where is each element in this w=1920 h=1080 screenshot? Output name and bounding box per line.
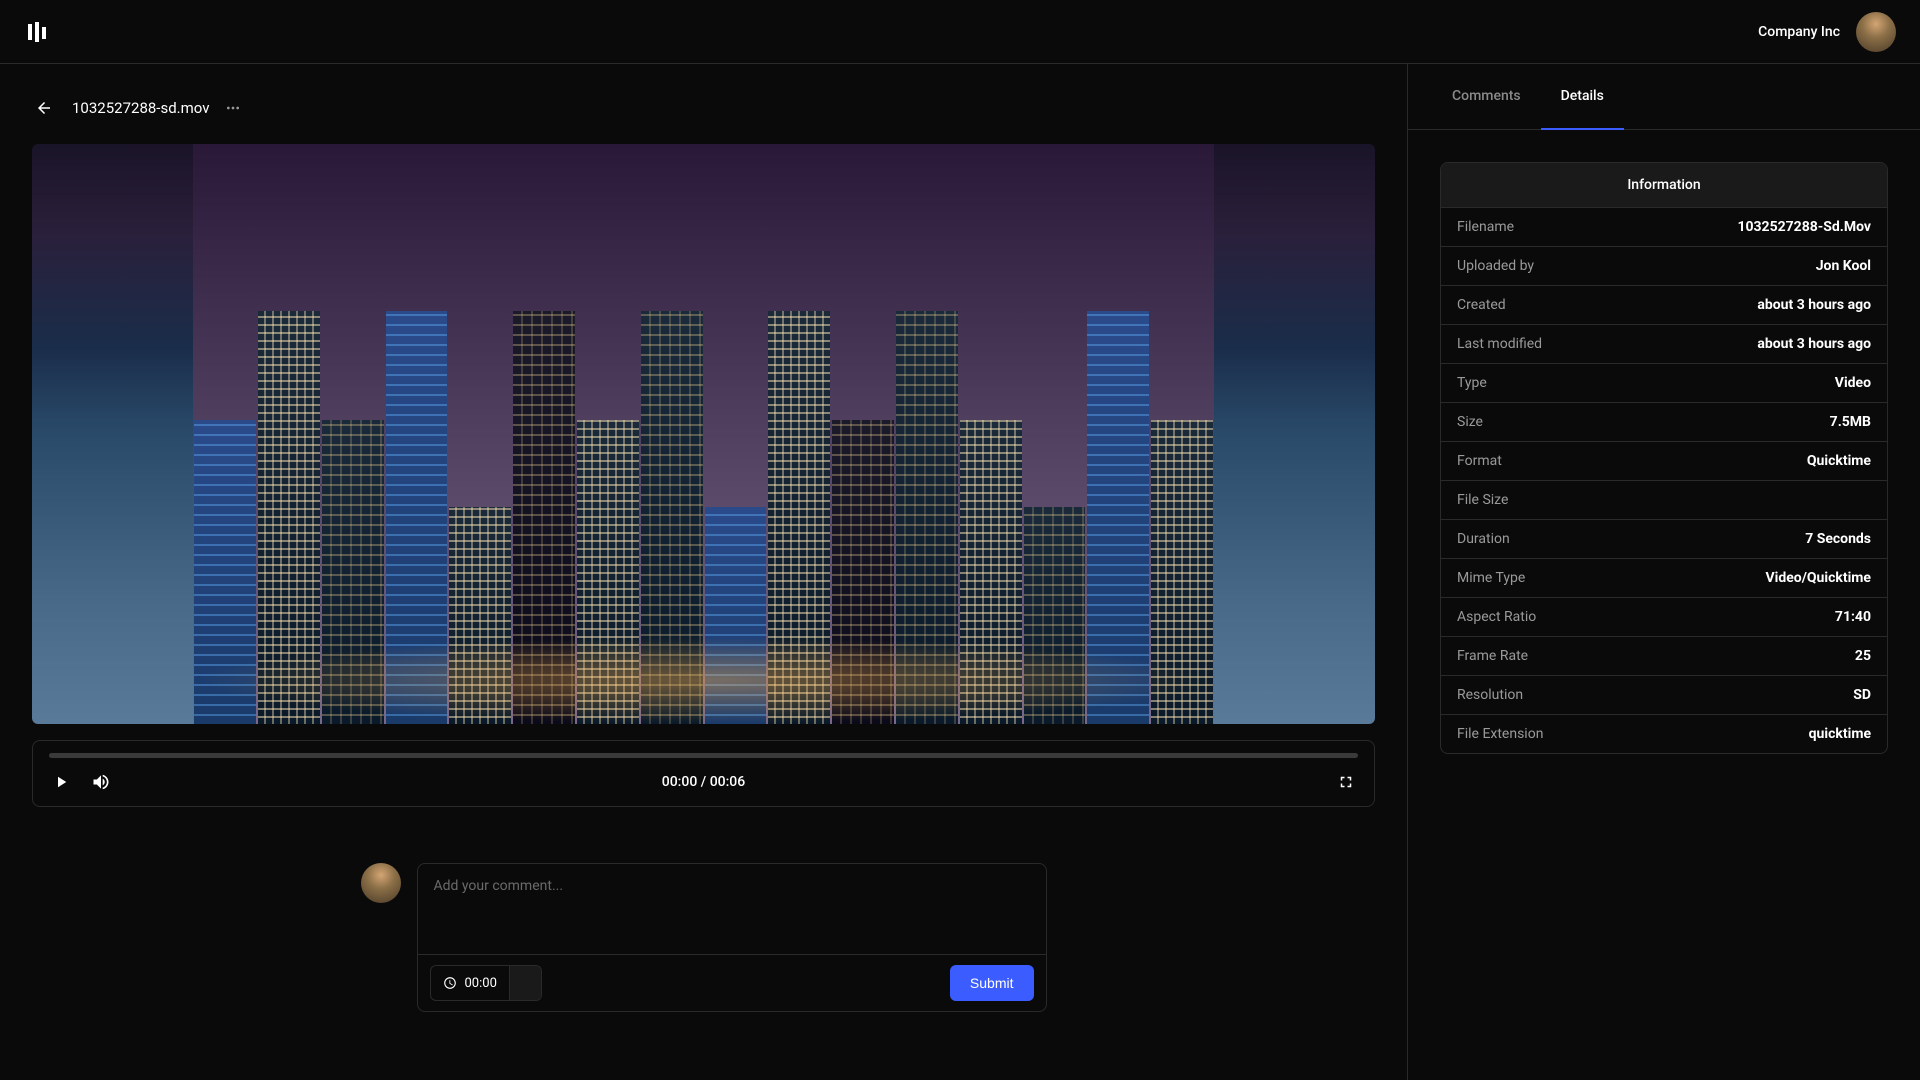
- submit-button[interactable]: Submit: [950, 965, 1034, 1001]
- info-row: Format Quicktime: [1441, 442, 1887, 481]
- clock-icon: [443, 976, 457, 990]
- info-value: Video: [1835, 375, 1871, 391]
- content-area: 1032527288-sd.mov: [0, 64, 1408, 1080]
- back-button[interactable]: [32, 96, 56, 120]
- info-label: Uploaded by: [1457, 258, 1534, 274]
- info-value: Quicktime: [1807, 453, 1871, 469]
- info-value: about 3 hours ago: [1757, 297, 1871, 313]
- comment-footer: 00:00 Submit: [418, 954, 1046, 1011]
- play-button[interactable]: [49, 770, 73, 794]
- info-label: Format: [1457, 453, 1502, 469]
- comment-section: 00:00 Submit: [32, 863, 1375, 1012]
- app-logo[interactable]: [24, 18, 52, 46]
- play-icon: [52, 773, 70, 791]
- tab-content: Information Filename 1032527288-Sd.Mov Upl…: [1408, 130, 1920, 1080]
- info-label: Last modified: [1457, 336, 1542, 352]
- filename-title: 1032527288-sd.mov: [72, 99, 209, 117]
- more-options-button[interactable]: [221, 96, 245, 120]
- volume-icon: [91, 772, 111, 792]
- arrow-left-icon: [35, 99, 53, 117]
- info-label: Duration: [1457, 531, 1510, 547]
- fullscreen-icon: [1337, 773, 1355, 791]
- info-value: SD: [1853, 687, 1871, 703]
- controls-left: [49, 770, 113, 794]
- fullscreen-button[interactable]: [1334, 770, 1358, 794]
- info-value: Jon Kool: [1816, 258, 1871, 274]
- tabs: Comments Details: [1408, 64, 1920, 130]
- info-row: File Extension quicktime: [1441, 715, 1887, 753]
- info-panel: Information Filename 1032527288-Sd.Mov Upl…: [1440, 162, 1888, 754]
- info-label: Size: [1457, 414, 1483, 430]
- sidebar: Comments Details Information Filename 103…: [1408, 64, 1920, 1080]
- info-value: 25: [1855, 648, 1871, 664]
- user-avatar[interactable]: [1856, 12, 1896, 52]
- info-row: Mime Type Video/Quicktime: [1441, 559, 1887, 598]
- info-header: Information: [1441, 163, 1887, 208]
- info-label: Type: [1457, 375, 1487, 391]
- info-row: Uploaded by Jon Kool: [1441, 247, 1887, 286]
- info-row: Filename 1032527288-Sd.Mov: [1441, 208, 1887, 247]
- info-value: 1032527288-Sd.Mov: [1737, 219, 1871, 235]
- info-value: 71:40: [1835, 609, 1871, 625]
- info-label: File Extension: [1457, 726, 1543, 742]
- comment-input[interactable]: [418, 864, 1046, 950]
- info-row: Created about 3 hours ago: [1441, 286, 1887, 325]
- info-row: Resolution SD: [1441, 676, 1887, 715]
- info-row: Last modified about 3 hours ago: [1441, 325, 1887, 364]
- info-value: quicktime: [1809, 726, 1871, 742]
- info-row: Size 7.5MB: [1441, 403, 1887, 442]
- info-label: Aspect Ratio: [1457, 609, 1536, 625]
- info-label: Filename: [1457, 219, 1514, 235]
- info-label: Resolution: [1457, 687, 1523, 703]
- header-right: Company Inc: [1758, 12, 1896, 52]
- progress-bar[interactable]: [49, 753, 1358, 758]
- time-display: 00:00 / 00:06: [662, 774, 745, 790]
- timestamp-label[interactable]: 00:00: [431, 968, 509, 999]
- timestamp-toggle[interactable]: [509, 966, 541, 1000]
- volume-button[interactable]: [89, 770, 113, 794]
- info-label: Created: [1457, 297, 1506, 313]
- comment-avatar: [361, 863, 401, 903]
- info-row: Frame Rate 25: [1441, 637, 1887, 676]
- company-name: Company Inc: [1758, 24, 1840, 40]
- info-row: File Size: [1441, 481, 1887, 520]
- video-frame[interactable]: [32, 144, 1375, 724]
- video-controls: 00:00 / 00:06: [32, 740, 1375, 807]
- info-row: Duration 7 Seconds: [1441, 520, 1887, 559]
- info-label: Frame Rate: [1457, 648, 1528, 664]
- more-horizontal-icon: [225, 100, 241, 116]
- comment-box: 00:00 Submit: [417, 863, 1047, 1012]
- info-value: 7 Seconds: [1805, 531, 1871, 547]
- info-value: Video/Quicktime: [1766, 570, 1872, 586]
- info-label: File Size: [1457, 492, 1508, 508]
- tab-details[interactable]: Details: [1541, 64, 1624, 130]
- content-header: 1032527288-sd.mov: [32, 96, 1375, 120]
- timestamp-control: 00:00: [430, 965, 542, 1001]
- info-value: about 3 hours ago: [1757, 336, 1871, 352]
- info-row: Aspect Ratio 71:40: [1441, 598, 1887, 637]
- video-container: [32, 144, 1375, 724]
- main-container: 1032527288-sd.mov: [0, 64, 1920, 1080]
- info-label: Mime Type: [1457, 570, 1525, 586]
- info-value: 7.5MB: [1830, 414, 1871, 430]
- info-row: Type Video: [1441, 364, 1887, 403]
- timestamp-value: 00:00: [465, 976, 497, 991]
- app-header: Company Inc: [0, 0, 1920, 64]
- tab-comments[interactable]: Comments: [1432, 64, 1541, 130]
